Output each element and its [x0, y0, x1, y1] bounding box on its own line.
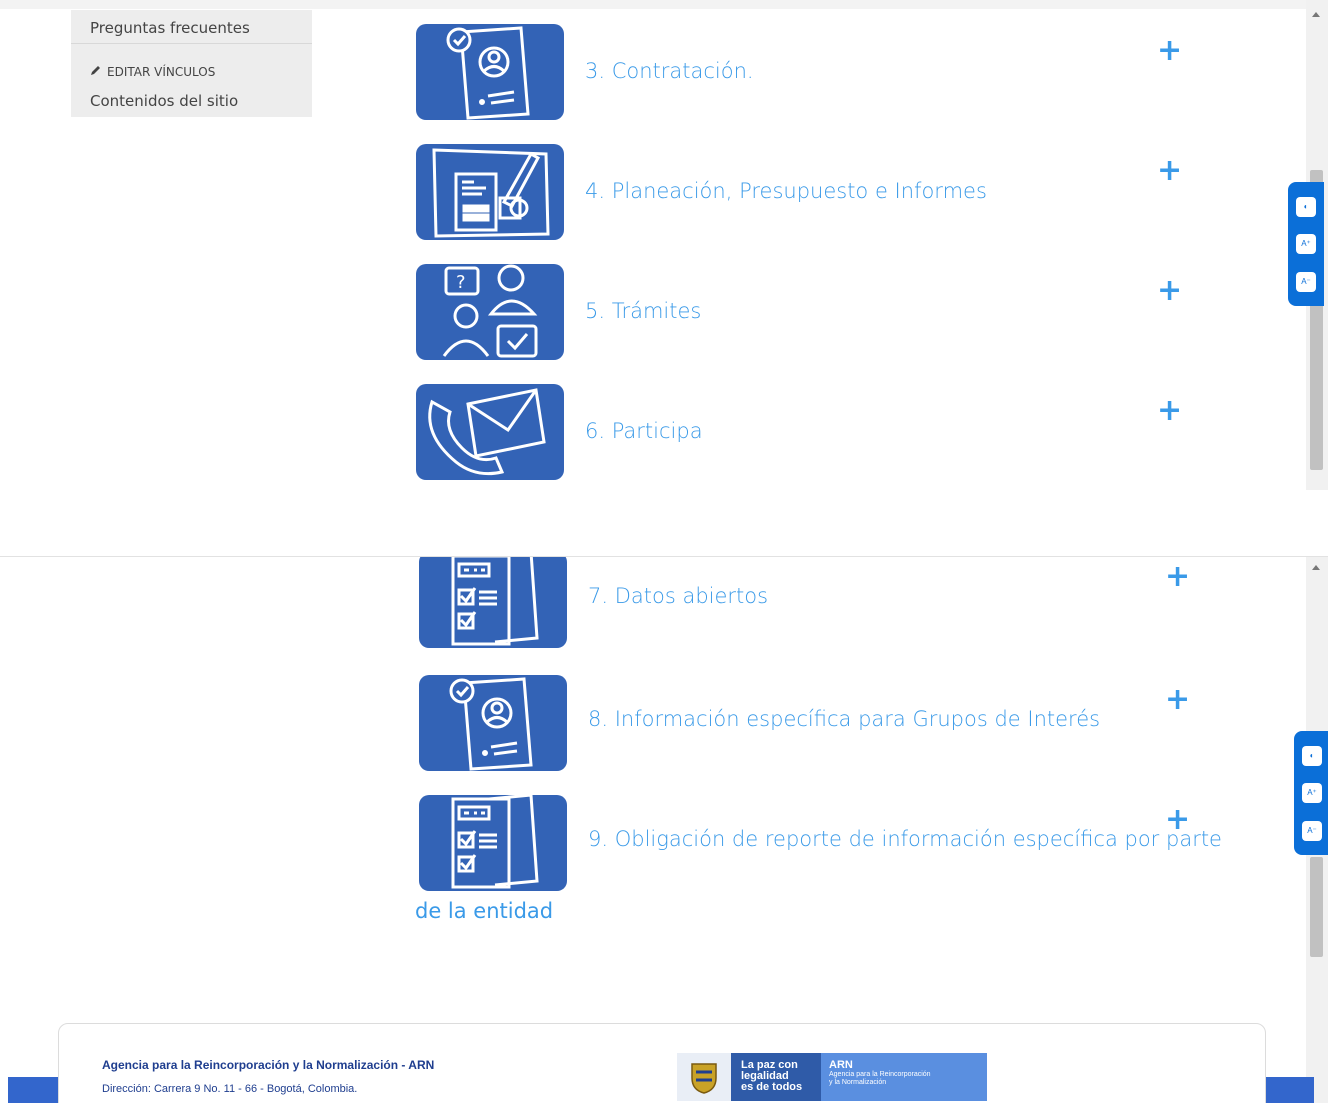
contract-icon — [416, 24, 564, 120]
font-decrease-icon[interactable]: A⁻ — [1296, 272, 1316, 292]
footer-card: Agencia para la Reincorporación y la Nor… — [58, 1023, 1266, 1103]
top-pane: Preguntas frecuentes EDITAR VÍNCULOS Con… — [0, 0, 1328, 490]
logo-arn-title: ARN — [829, 1059, 853, 1071]
section-item-tramites[interactable]: ? 5. Trámites + — [0, 264, 1300, 360]
open-data-icon — [419, 557, 567, 648]
accessibility-toolbar: ◐ A⁺ A⁻ — [1288, 182, 1324, 306]
procedures-icon: ? — [416, 264, 564, 360]
logo-arn-subtitle: Agencia para la Reincorporación — [829, 1071, 931, 1078]
section-item-grupos-interes[interactable]: 8. Información específica para Grupos de… — [0, 675, 1300, 771]
footer-blue-bar-left — [8, 1077, 58, 1103]
logo-slogan-line: es de todos — [741, 1081, 803, 1093]
expand-icon[interactable]: + — [1165, 685, 1190, 715]
footer-org-name: Agencia para la Reincorporación y la Nor… — [102, 1058, 435, 1072]
section-label[interactable]: 9. Obligación de reporte de información … — [588, 827, 1222, 851]
interest-groups-icon — [419, 675, 567, 771]
contrast-icon[interactable]: ◐ — [1296, 197, 1316, 217]
expand-icon[interactable]: + — [1157, 36, 1182, 66]
scroll-up-arrow-icon[interactable] — [1312, 565, 1320, 570]
section-label[interactable]: 8. Información específica para Grupos de… — [588, 707, 1100, 731]
section-label[interactable]: 5. Trámites — [585, 299, 701, 323]
section-item-planeacion[interactable]: 4. Planeación, Presupuesto e Informes + — [0, 144, 1300, 240]
coat-of-arms-icon — [677, 1053, 731, 1101]
expand-icon[interactable]: + — [1165, 562, 1190, 592]
section-label[interactable]: 3. Contratación. — [585, 59, 754, 83]
font-increase-icon[interactable]: A⁺ — [1296, 234, 1316, 254]
expand-icon[interactable]: + — [1157, 276, 1182, 306]
bottom-pane: 7. Datos abiertos + 8. Información espec… — [0, 556, 1328, 1103]
section-label[interactable]: 4. Planeación, Presupuesto e Informes — [585, 179, 987, 203]
section-label[interactable]: 7. Datos abiertos — [588, 584, 768, 608]
reporting-icon — [419, 795, 567, 891]
logo-slogan: La paz con legalidad es de todos — [731, 1053, 821, 1101]
expand-icon[interactable]: + — [1157, 396, 1182, 426]
font-increase-icon[interactable]: A⁺ — [1302, 783, 1322, 803]
contrast-icon[interactable]: ◐ — [1302, 746, 1322, 766]
section-label-continuation[interactable]: de la entidad — [415, 899, 553, 923]
section-item-contratacion[interactable]: 3. Contratación. + — [0, 24, 1300, 120]
participate-icon — [416, 384, 564, 480]
section-item-participa[interactable]: 6. Participa + — [0, 384, 1300, 480]
section-label[interactable]: 6. Participa — [585, 419, 703, 443]
footer-blue-bar-right — [1266, 1077, 1314, 1103]
logo-arn: ARN Agencia para la Reincorporación y la… — [821, 1053, 987, 1101]
logo-arn-subtitle: y la Normalización — [829, 1079, 887, 1086]
section-item-datos-abiertos[interactable]: 7. Datos abiertos + — [0, 557, 1300, 648]
government-logo: La paz con legalidad es de todos ARN Age… — [677, 1053, 987, 1101]
svg-text:?: ? — [456, 272, 466, 293]
accessibility-toolbar: ◐ A⁺ A⁻ — [1294, 731, 1328, 855]
section-item-obligacion-reporte[interactable]: 9. Obligación de reporte de información … — [0, 795, 1300, 891]
scroll-thumb[interactable] — [1310, 857, 1323, 957]
top-strip — [0, 0, 1306, 9]
expand-icon[interactable]: + — [1165, 805, 1190, 835]
scroll-up-arrow-icon[interactable] — [1312, 12, 1320, 17]
planning-icon — [416, 144, 564, 240]
expand-icon[interactable]: + — [1157, 156, 1182, 186]
footer-address: Dirección: Carrera 9 No. 11 - 66 - Bogot… — [102, 1083, 358, 1095]
font-decrease-icon[interactable]: A⁻ — [1302, 821, 1322, 841]
